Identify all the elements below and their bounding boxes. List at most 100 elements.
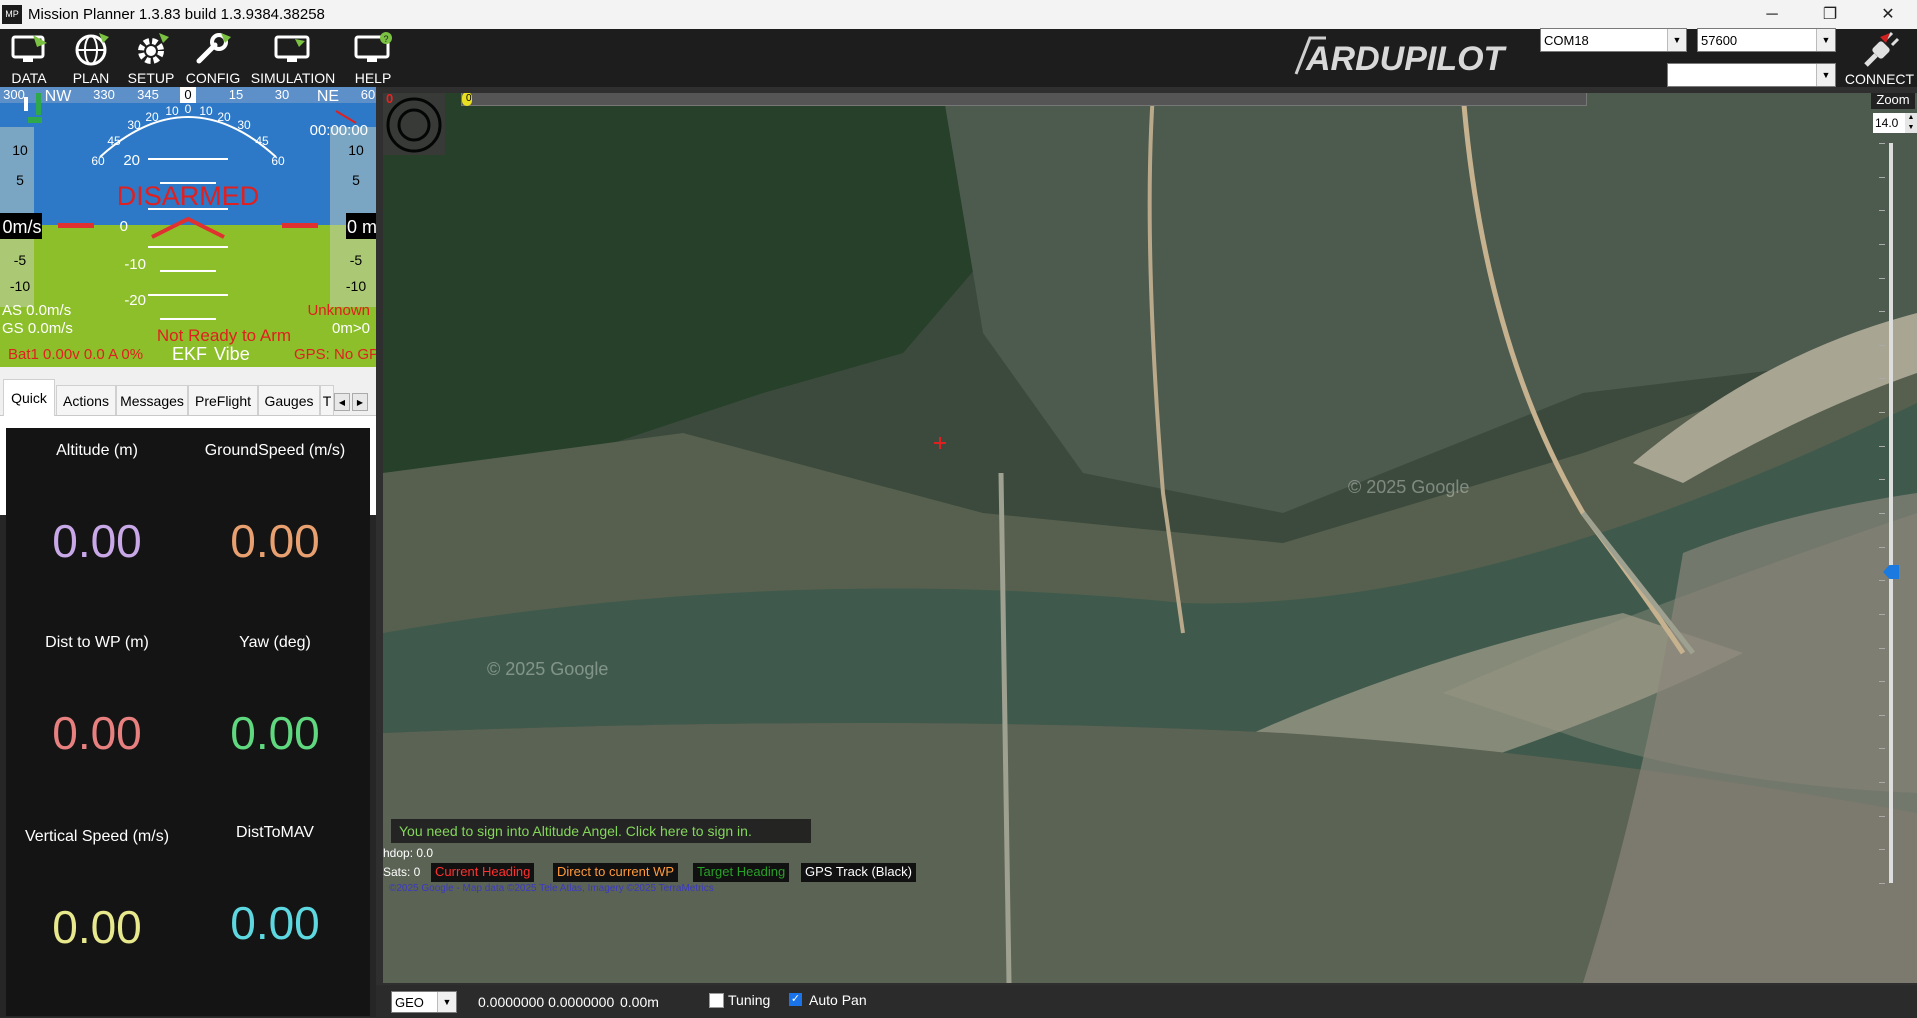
pitch-label: -10 — [124, 256, 146, 273]
tuning-label: Tuning — [728, 992, 771, 1008]
altitude-readout: 0 m — [347, 217, 376, 237]
quick-yaw[interactable]: Yaw (deg) 0.00 — [184, 634, 366, 824]
quick-label: GroundSpeed (m/s) — [204, 442, 346, 459]
toolbar-simulation-label: SIMULATION — [250, 70, 336, 86]
tab-gauges[interactable]: Gauges — [258, 385, 320, 415]
auto-pan-checkbox[interactable]: ✓ — [789, 993, 802, 1006]
playback-slider[interactable]: 0 — [461, 93, 1587, 106]
map-watermark: © 2025 Google — [1348, 477, 1469, 497]
zoom-slider-thumb[interactable] — [1883, 565, 1899, 579]
quick-value: 0.00 — [52, 901, 142, 953]
quick-value: 0.00 — [52, 515, 142, 567]
tuning-checkbox[interactable] — [709, 993, 724, 1008]
compass-tick: NE — [317, 88, 339, 105]
toolbar-data-button[interactable]: DATA — [2, 31, 56, 87]
quick-vertical-speed[interactable]: Vertical Speed (m/s) 0.00 — [6, 828, 188, 1018]
chevron-down-icon[interactable]: ▼ — [1667, 29, 1686, 51]
minimize-button[interactable]: ─ — [1743, 0, 1801, 29]
quick-dist-to-mav[interactable]: DistToMAV 0.00 — [184, 824, 366, 1014]
baud-rate-select[interactable]: 57600 ▼ — [1697, 28, 1836, 52]
gear-icon — [138, 33, 169, 64]
toolbar-setup-button[interactable]: SETUP — [124, 31, 178, 87]
tab-messages[interactable]: Messages — [116, 385, 188, 415]
hud-svg: 300 NW 330 345 15 30 NE 60 0 60 45 30 20… — [0, 87, 376, 367]
zoom-spinner[interactable]: ▲ ▼ — [1905, 113, 1917, 133]
toolbar-help-label: HELP — [354, 70, 392, 86]
help-monitor-icon: ? — [354, 32, 392, 62]
toolbar-help-button[interactable]: ? HELP — [344, 31, 402, 87]
zoom-tick — [1879, 378, 1885, 379]
speed-tape-tick: -5 — [14, 252, 27, 268]
quick-value: 0.00 — [230, 707, 320, 759]
link-select[interactable]: ▼ — [1667, 63, 1836, 87]
tab-scroll-right-button[interactable]: ▶ — [352, 393, 368, 411]
chevron-down-icon[interactable]: ▼ — [437, 992, 456, 1012]
map-panel: © 2025 Google © 2025 Google 0 0 You need… — [376, 87, 1917, 1017]
speed-tape-tick: -10 — [10, 278, 30, 294]
armed-state: DISARMED — [117, 181, 260, 211]
com-port-select[interactable]: COM18 ▼ — [1540, 28, 1687, 52]
chevron-down-icon[interactable]: ▼ — [1816, 64, 1835, 86]
slider-value: 0 — [466, 93, 472, 104]
flight-mode: Unknown — [307, 302, 370, 319]
coord-mode-select[interactable]: GEO ▼ — [391, 991, 457, 1013]
satellite-map[interactable]: © 2025 Google © 2025 Google 0 0 You need… — [383, 93, 1917, 983]
quick-value: 0.00 — [230, 897, 320, 949]
window-title: Mission Planner 1.3.83 build 1.3.9384.38… — [28, 6, 325, 23]
chevron-down-icon[interactable]: ▼ — [1816, 29, 1835, 51]
alt-tape-tick: 5 — [352, 172, 360, 188]
logo-text: ARDUPILOT — [1305, 40, 1508, 78]
vibe-status[interactable]: Vibe — [214, 344, 250, 364]
quick-label: DistToMAV — [236, 824, 314, 841]
connect-label: CONNECT — [1844, 71, 1915, 87]
altitude-angel-banner[interactable]: You need to sign into Altitude Angel. Cl… — [391, 819, 811, 843]
toolbar-plan-label: PLAN — [72, 70, 110, 86]
toolbar-plan-button[interactable]: PLAN — [64, 31, 118, 87]
auto-pan-label: Auto Pan — [809, 992, 867, 1008]
ekf-status[interactable]: EKF — [172, 344, 207, 364]
zoom-track[interactable] — [1889, 143, 1893, 883]
tab-actions[interactable]: Actions — [56, 385, 116, 415]
alt-tape-tick: 10 — [348, 142, 364, 158]
globe-icon — [75, 33, 109, 66]
tab-scroll-left-button[interactable]: ◀ — [334, 393, 350, 411]
quick-groundspeed[interactable]: GroundSpeed (m/s) 0.00 — [184, 442, 366, 632]
zoom-tick — [1879, 513, 1885, 514]
toolbar-config-button[interactable]: CONFIG — [184, 31, 242, 87]
quick-dist-to-wp[interactable]: Dist to WP (m) 0.00 — [6, 634, 188, 824]
connect-button[interactable]: CONNECT — [1842, 31, 1917, 87]
gps-status: GPS: No GPS — [294, 346, 376, 363]
legend-current-heading: Current Heading — [431, 863, 535, 882]
zoom-tick — [1879, 883, 1885, 884]
zoom-tick — [1879, 648, 1885, 649]
joystick-widget[interactable]: 0 — [383, 93, 445, 155]
main-toolbar: DATA PLAN SETUP CONFIG SIMULATION ? HELP… — [0, 28, 1917, 87]
wrench-icon — [196, 33, 231, 64]
tab-quick[interactable]: Quick — [3, 379, 55, 416]
alt-tape-tick: -5 — [350, 252, 363, 268]
tab-preflight[interactable]: PreFlight — [188, 385, 258, 415]
zoom-tick — [1879, 244, 1885, 245]
roll-tick: 60 — [271, 154, 285, 168]
quick-value: 0.00 — [230, 515, 320, 567]
pitch-label: 0 — [120, 218, 128, 235]
title-bar: MP Mission Planner 1.3.83 build 1.3.9384… — [0, 0, 1917, 29]
toolbar-data-label: DATA — [11, 70, 47, 86]
zoom-value-input[interactable]: 14.0 — [1873, 113, 1905, 133]
quick-label: Yaw (deg) — [239, 634, 311, 651]
tab-truncated[interactable]: T — [320, 385, 334, 415]
legend-gps-track: GPS Track (Black) — [801, 863, 916, 882]
toolbar-config-label: CONFIG — [185, 70, 241, 86]
toolbar-simulation-button[interactable]: SIMULATION — [250, 31, 336, 87]
restore-button[interactable]: ❐ — [1801, 0, 1859, 29]
map-copyright: ©2025 Google - Map data ©2025 Tele Atlas… — [389, 883, 714, 894]
quick-altitude[interactable]: Altitude (m) 0.00 — [6, 442, 188, 632]
close-button[interactable]: ✕ — [1859, 0, 1917, 29]
com-port-value: COM18 — [1544, 33, 1589, 48]
coordinates-text: 0.0000000 0.0000000 — [478, 994, 615, 1010]
pitch-label: -20 — [124, 292, 146, 309]
hdop-text: hdop: 0.0 — [383, 846, 434, 860]
zoom-tick — [1879, 412, 1885, 413]
map-imagery: © 2025 Google © 2025 Google — [383, 93, 1917, 983]
toolbar-setup-label: SETUP — [127, 70, 175, 86]
